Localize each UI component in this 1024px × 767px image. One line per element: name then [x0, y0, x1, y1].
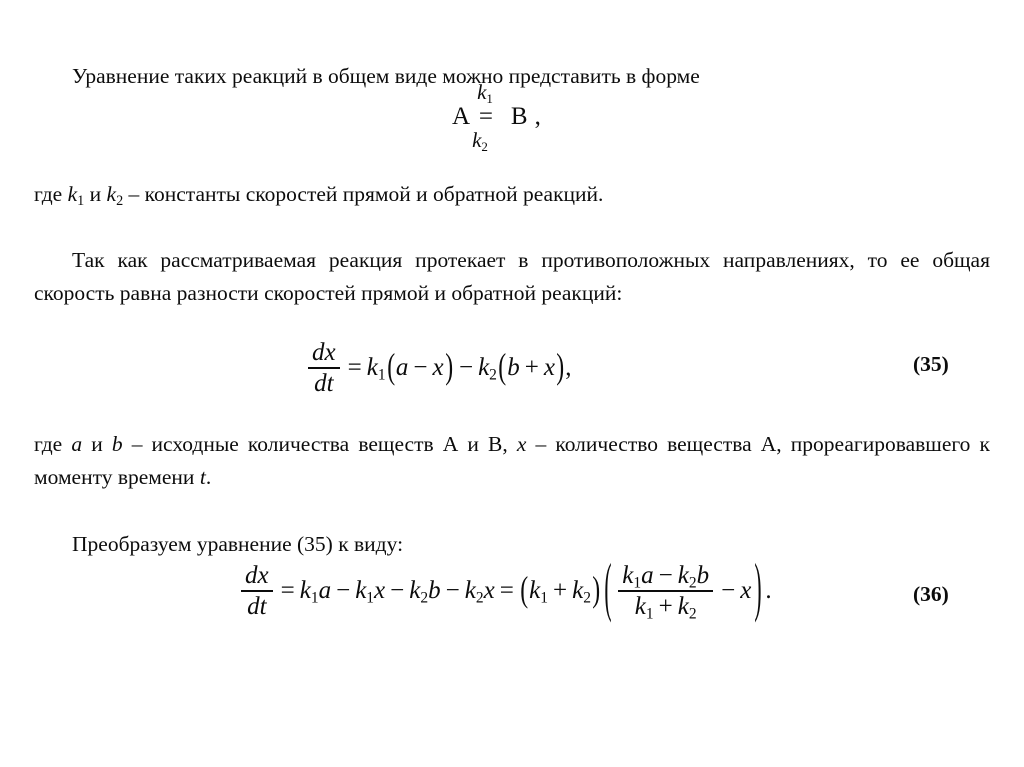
equation-36: dx dt = k1a − k1x − k2b − k2x = ( k1 + k…: [238, 554, 772, 625]
fraction-denominator: dt: [314, 369, 334, 397]
den-k2: k2: [677, 592, 697, 623]
minus-sign-2: −: [458, 353, 474, 381]
factor-k1: k1: [529, 576, 548, 607]
num-k2b: k2b: [677, 562, 710, 592]
document-page: Уравнение таких реакций в общем виде мож…: [0, 0, 1024, 767]
inline-var-b: b: [111, 431, 123, 456]
reaction-scheme: А k1 = k2 В ,: [452, 80, 541, 154]
equals-sign: =: [347, 353, 362, 381]
var-x-1: x: [432, 353, 444, 381]
plus-sign-1: +: [524, 353, 539, 381]
where-ab-lead: где: [34, 431, 72, 456]
where-k-and: и: [84, 181, 107, 206]
fraction-dx-dt-2: dx dt: [241, 562, 273, 620]
term-k1x: k1x: [355, 576, 386, 607]
reaction-arrow-group: k1 = k2: [472, 80, 500, 154]
var-b: b: [507, 353, 520, 381]
fraction-big-denominator: k1 + k2: [631, 592, 701, 623]
rate-constant-forward: k1: [477, 80, 493, 106]
equilibrium-arrow-icon: =: [478, 103, 494, 130]
minus-sign-3: −: [336, 576, 351, 604]
equals-sign-2b: =: [499, 576, 514, 604]
where-k-lead: где: [34, 181, 68, 206]
paren-open-1: (: [386, 347, 395, 387]
inline-var-x: x: [516, 431, 527, 456]
fraction-denominator-2: dt: [247, 592, 267, 620]
paren-close-3: ): [592, 570, 601, 610]
minus-sign-7: −: [721, 576, 736, 604]
factor-k2: k2: [572, 576, 591, 607]
term-k1: k1: [366, 353, 386, 384]
paren-open-2: (: [498, 347, 507, 387]
inline-var-a: a: [71, 431, 83, 456]
paren-close-1: ): [444, 347, 453, 387]
minus-sign-5: −: [445, 576, 460, 604]
equals-sign-2a: =: [280, 576, 295, 604]
where-ab-and: и: [82, 431, 112, 456]
reaction-reactant: А: [452, 102, 471, 130]
paragraph-where-k: где k1 и k2 – константы скоростей прямой…: [34, 178, 990, 211]
plus-sign-3: +: [658, 592, 673, 620]
reaction-product: В: [510, 102, 528, 130]
var-x-3: x: [740, 576, 752, 604]
fraction-numerator: dx: [312, 339, 336, 366]
var-x-2: x: [543, 353, 555, 381]
minus-sign-1: −: [413, 353, 428, 381]
paragraph-where-ab: где a и b – исходные количества веществ …: [34, 428, 990, 494]
paren-open-big: (: [604, 553, 612, 626]
fraction-big: k1a − k2b k1 + k2: [618, 562, 714, 623]
var-a: a: [395, 353, 409, 381]
minus-sign-6: −: [658, 562, 673, 589]
reaction-comma: ,: [534, 102, 541, 130]
where-ab-mid1: – исходные количества веществ А и В,: [122, 431, 517, 456]
equation-35: dx dt = k1 ( a − x ) − k2 ( b + x ) ,: [305, 339, 572, 397]
term-k1a: k1a: [299, 576, 332, 607]
term-k2x: k2x: [464, 576, 495, 607]
where-ab-end: .: [205, 464, 212, 489]
where-k-tail: – константы скоростей прямой и обратной …: [123, 181, 604, 206]
fraction-dx-dt: dx dt: [308, 339, 340, 397]
fraction-numerator-2: dx: [245, 562, 269, 589]
num-k1a: k1a: [622, 562, 654, 592]
plus-sign-2: +: [553, 576, 568, 604]
term-k2: k2: [478, 353, 497, 384]
inline-k1: k1: [67, 181, 85, 209]
paren-close-2: ): [556, 347, 565, 387]
paren-open-3: (: [520, 570, 528, 610]
minus-sign-4: −: [390, 576, 405, 604]
inline-k2: k2: [106, 181, 124, 209]
paragraph-transform: Преобразуем уравнение (35) к виду:: [72, 531, 404, 556]
rate-constant-reverse: k2: [472, 128, 488, 154]
equation-number-36: (36): [913, 582, 949, 606]
den-k1: k1: [634, 592, 654, 623]
paragraph-since: Так как рассматриваемая реакция протекае…: [34, 247, 990, 305]
term-k2b: k2b: [409, 576, 441, 607]
paren-close-big: ): [754, 553, 762, 626]
fraction-big-numerator: k1a − k2b: [618, 562, 713, 592]
trailing-comma: ,: [565, 353, 572, 381]
trailing-period: .: [765, 576, 772, 604]
equation-number-35: (35): [913, 352, 949, 376]
